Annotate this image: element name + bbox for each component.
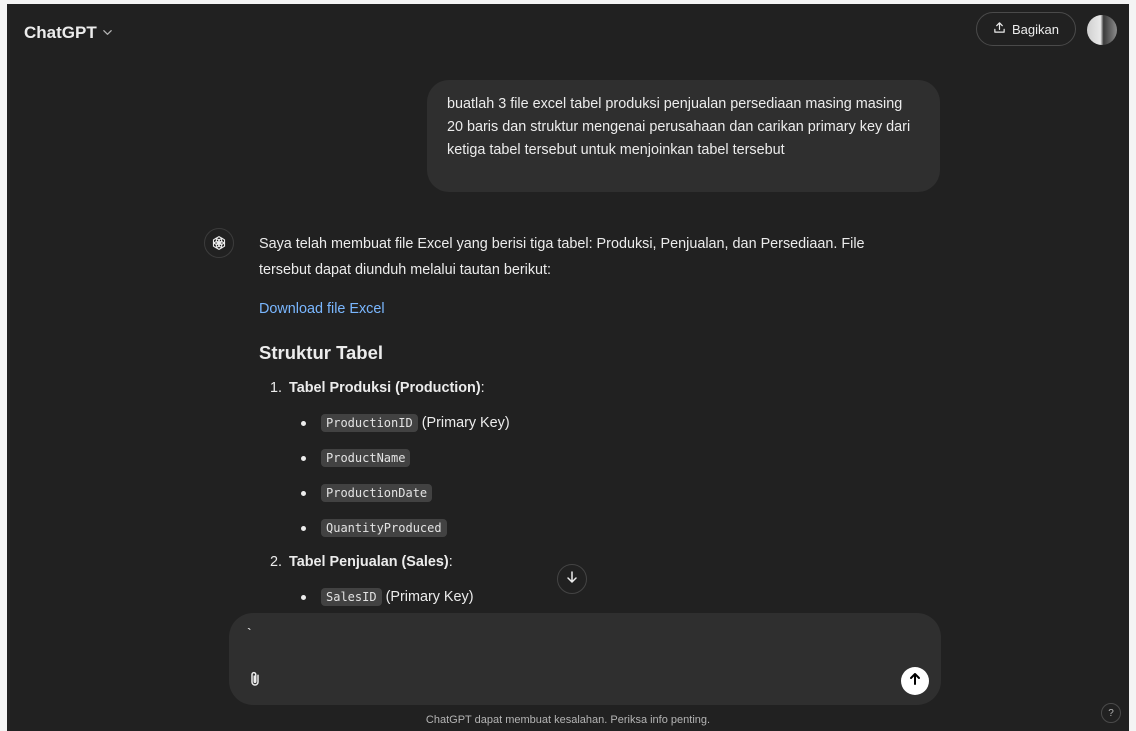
arrow-up-icon [908, 672, 922, 691]
section-heading: Struktur Tabel [259, 342, 384, 363]
avatar[interactable] [1087, 15, 1117, 45]
model-name: ChatGPT [24, 23, 97, 42]
list-item-production: 1. Tabel Produksi (Production): [259, 375, 919, 401]
list-number: 1. [269, 380, 282, 396]
paperclip-icon [246, 670, 264, 693]
assistant-intro: Saya telah membuat file Excel yang beris… [259, 236, 865, 278]
chevron-down-icon [102, 27, 113, 41]
chat-window: ChatGPT Bagikan buatlah 3 file excel tab… [7, 4, 1129, 731]
send-button[interactable] [901, 667, 929, 695]
arrow-down-icon [565, 570, 579, 589]
field-note: (Primary Key) [421, 415, 510, 431]
download-excel-link[interactable]: Download file Excel [259, 296, 385, 322]
list-item-sales: 2. Tabel Penjualan (Sales): [259, 549, 919, 575]
scroll-down-button[interactable] [557, 564, 587, 594]
field-item: ProductName [299, 445, 919, 471]
field-code: ProductionDate [321, 484, 433, 502]
field-item: ProductionID (Primary Key) [299, 410, 919, 436]
share-icon [993, 21, 1006, 37]
list-number: 2. [269, 554, 282, 570]
attach-button[interactable] [243, 669, 267, 693]
sales-fields: SalesID (Primary Key) [259, 584, 919, 610]
assistant-message: Saya telah membuat file Excel yang beris… [259, 231, 919, 610]
model-switcher[interactable]: ChatGPT [24, 21, 113, 45]
top-bar: ChatGPT Bagikan [7, 4, 1129, 60]
field-code: SalesID [321, 588, 382, 606]
field-item: ProductionDate [299, 480, 919, 506]
title-suffix: : [448, 554, 453, 570]
field-item: SalesID (Primary Key) [299, 584, 919, 610]
share-button[interactable]: Bagikan [976, 12, 1076, 46]
message-input[interactable]: ` [247, 625, 252, 641]
share-label: Bagikan [1012, 21, 1059, 37]
field-code: ProductName [321, 449, 411, 467]
production-fields: ProductionID (Primary Key) ProductName P… [259, 410, 919, 541]
table-title-sales: Tabel Penjualan (Sales) [289, 554, 449, 570]
field-code: ProductionID [321, 414, 418, 432]
field-code: QuantityProduced [321, 519, 447, 537]
help-button[interactable]: ? [1101, 703, 1121, 723]
message-composer[interactable]: ` [229, 613, 941, 705]
field-item: QuantityProduced [299, 515, 919, 541]
chatgpt-logo-icon [204, 228, 234, 258]
table-title-production: Tabel Produksi (Production) [289, 380, 481, 396]
field-note: (Primary Key) [385, 589, 474, 605]
user-message-bubble: buatlah 3 file excel tabel produksi penj… [427, 80, 940, 192]
disclaimer-text: ChatGPT dapat membuat kesalahan. Periksa… [425, 714, 711, 726]
title-suffix: : [480, 380, 485, 396]
